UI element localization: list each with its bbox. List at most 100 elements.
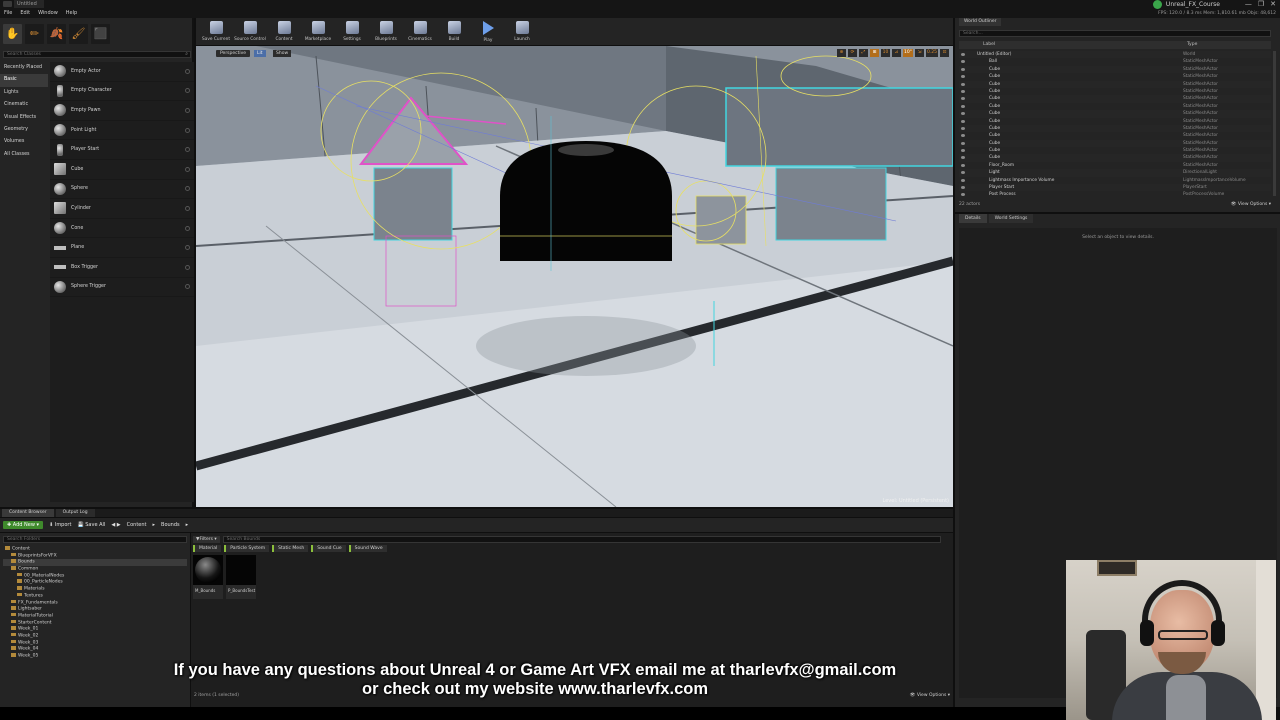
tab-details[interactable]: Details: [959, 214, 987, 223]
info-icon[interactable]: [185, 205, 190, 211]
place-item[interactable]: Cone: [50, 219, 194, 239]
info-icon[interactable]: [185, 186, 190, 192]
category-recently-placed[interactable]: Recently Placed: [0, 62, 48, 74]
show-dropdown[interactable]: Show: [273, 50, 292, 57]
visibility-eye-icon[interactable]: [961, 60, 965, 64]
place-item[interactable]: Sphere: [50, 180, 194, 200]
place-item[interactable]: Empty Actor: [50, 62, 194, 82]
visibility-eye-icon[interactable]: [961, 82, 965, 86]
foliage-mode-icon[interactable]: 🍂: [47, 24, 66, 44]
viewport-tool-button[interactable]: ⊕: [836, 49, 846, 57]
level-tab[interactable]: Untitled: [14, 0, 44, 8]
column-label[interactable]: Label: [983, 41, 995, 49]
table-row[interactable]: Post Process PostProcessVolume: [959, 191, 1271, 198]
place-item[interactable]: Point Light: [50, 121, 194, 141]
visibility-eye-icon[interactable]: [961, 149, 965, 153]
visibility-eye-icon[interactable]: [961, 119, 965, 123]
source-control-status-icon[interactable]: [1152, 0, 1162, 9]
table-row[interactable]: Ball StaticMeshActor: [959, 58, 1271, 65]
folder-item[interactable]: Week_01: [3, 626, 187, 633]
table-row[interactable]: Cube StaticMeshActor: [959, 65, 1271, 74]
visibility-eye-icon[interactable]: [961, 53, 965, 56]
column-type[interactable]: Type: [1187, 41, 1197, 49]
table-row[interactable]: Cube StaticMeshActor: [959, 132, 1271, 139]
asset-search-input[interactable]: Search Bounds: [222, 536, 941, 543]
folder-item[interactable]: Week_02: [3, 632, 187, 640]
breadcrumb-separator[interactable]: ▸: [186, 522, 189, 528]
visibility-eye-icon[interactable]: [961, 97, 965, 101]
table-row[interactable]: Cube StaticMeshActor: [959, 103, 1271, 110]
level-viewport[interactable]: Perspective Lit Show ⊕ ⟳ ⤢ ⊞ 10 ⊿ 10° ⇲ 0.25 ⊡ Le…: [196, 46, 953, 507]
table-row[interactable]: Cube StaticMeshActor: [959, 88, 1271, 95]
info-icon[interactable]: [185, 225, 190, 231]
history-nav-buttons[interactable]: ◀ ▶: [111, 522, 120, 528]
play-button[interactable]: Play: [471, 18, 505, 45]
folder-item[interactable]: Week_04: [3, 646, 187, 653]
place-item[interactable]: Sphere Trigger: [50, 278, 194, 298]
info-icon[interactable]: [185, 68, 190, 74]
lit-dropdown[interactable]: Lit: [254, 50, 266, 57]
table-row[interactable]: Lightmass Importance Volume LightmassImpo…: [959, 177, 1271, 184]
menu-file[interactable]: File: [4, 10, 12, 17]
build-button[interactable]: Build: [437, 18, 471, 45]
category-geometry[interactable]: Geometry: [0, 124, 48, 136]
table-row[interactable]: Untitled (Editor) World: [959, 51, 1271, 59]
tab-content-browser[interactable]: Content Browser: [2, 509, 54, 517]
search-classes-input[interactable]: Search Classes ⌕: [3, 51, 191, 58]
folder-item[interactable]: BlueprintsForVFX: [3, 552, 187, 560]
cinematics-button[interactable]: Cinematics: [403, 18, 437, 45]
viewport-tool-button[interactable]: ⇲: [914, 49, 924, 57]
tab-output-log[interactable]: Output Log: [55, 509, 95, 517]
visibility-eye-icon[interactable]: [961, 171, 965, 175]
visibility-eye-icon[interactable]: [961, 186, 965, 190]
category-lights[interactable]: Lights: [0, 87, 48, 99]
table-row[interactable]: Cube StaticMeshActor: [959, 154, 1271, 162]
table-row[interactable]: Cube StaticMeshActor: [959, 139, 1271, 148]
info-icon[interactable]: [185, 127, 190, 133]
folder-item[interactable]: Materials: [3, 586, 187, 593]
info-icon[interactable]: [185, 166, 190, 172]
filters-button[interactable]: ▼Filters ▾: [193, 536, 220, 543]
info-icon[interactable]: [185, 245, 190, 251]
type-filter-sound-wave[interactable]: Sound Wave: [348, 545, 387, 552]
close-icon[interactable]: ✕: [1270, 0, 1276, 8]
asset-tile[interactable]: M_Bounds: [193, 555, 223, 599]
folder-item[interactable]: Content: [3, 546, 187, 553]
table-row[interactable]: Player Start PlayerStart: [959, 184, 1271, 192]
table-row[interactable]: Floor_Room StaticMeshActor: [959, 162, 1271, 169]
visibility-eye-icon[interactable]: [961, 126, 965, 130]
info-icon[interactable]: [185, 88, 190, 94]
type-filter-material[interactable]: Material: [193, 545, 222, 552]
visibility-eye-icon[interactable]: [961, 193, 965, 197]
menu-window[interactable]: Window: [38, 10, 58, 17]
folder-item[interactable]: Common: [3, 566, 187, 573]
category-volumes[interactable]: Volumes: [0, 136, 48, 148]
geometry-mode-icon[interactable]: ⬛: [91, 24, 110, 44]
place-item[interactable]: Cube: [50, 160, 194, 180]
tab-world-settings[interactable]: World Settings: [988, 214, 1034, 223]
content-button[interactable]: Content: [267, 18, 301, 45]
landscape-mode-icon[interactable]: 🖌: [69, 24, 88, 44]
type-filter-static-mesh[interactable]: Static Mesh: [272, 545, 309, 552]
viewport-tool-button[interactable]: 10: [880, 49, 890, 57]
source-control-button[interactable]: Source Control: [233, 18, 267, 45]
place-item[interactable]: Empty Character: [50, 82, 194, 102]
launch-button[interactable]: Launch: [505, 18, 539, 45]
viewport-tool-button[interactable]: ⊿: [891, 49, 901, 57]
visibility-eye-icon[interactable]: [961, 141, 965, 145]
table-row[interactable]: Cube StaticMeshActor: [959, 110, 1271, 118]
folder-item[interactable]: StarterContent: [3, 619, 187, 627]
viewport-tool-button[interactable]: 0.25: [925, 49, 938, 57]
place-item[interactable]: Empty Pawn: [50, 101, 194, 121]
breadcrumb-bounds[interactable]: Bounds: [161, 522, 180, 528]
category-all-classes[interactable]: All Classes: [0, 149, 48, 161]
table-row[interactable]: Cube StaticMeshActor: [959, 95, 1271, 103]
folder-search-input[interactable]: Search Folders: [3, 536, 187, 543]
outliner-search-input[interactable]: Search...: [959, 30, 1271, 37]
folder-item[interactable]: 00_MaterialNodes: [3, 572, 187, 580]
save-current-button[interactable]: Save Current: [199, 18, 233, 45]
breadcrumb-content[interactable]: Content: [127, 522, 147, 528]
place-mode-icon[interactable]: ✋: [3, 24, 22, 44]
menu-edit[interactable]: Edit: [20, 10, 30, 17]
import-button[interactable]: ⬇ Import: [49, 522, 71, 528]
